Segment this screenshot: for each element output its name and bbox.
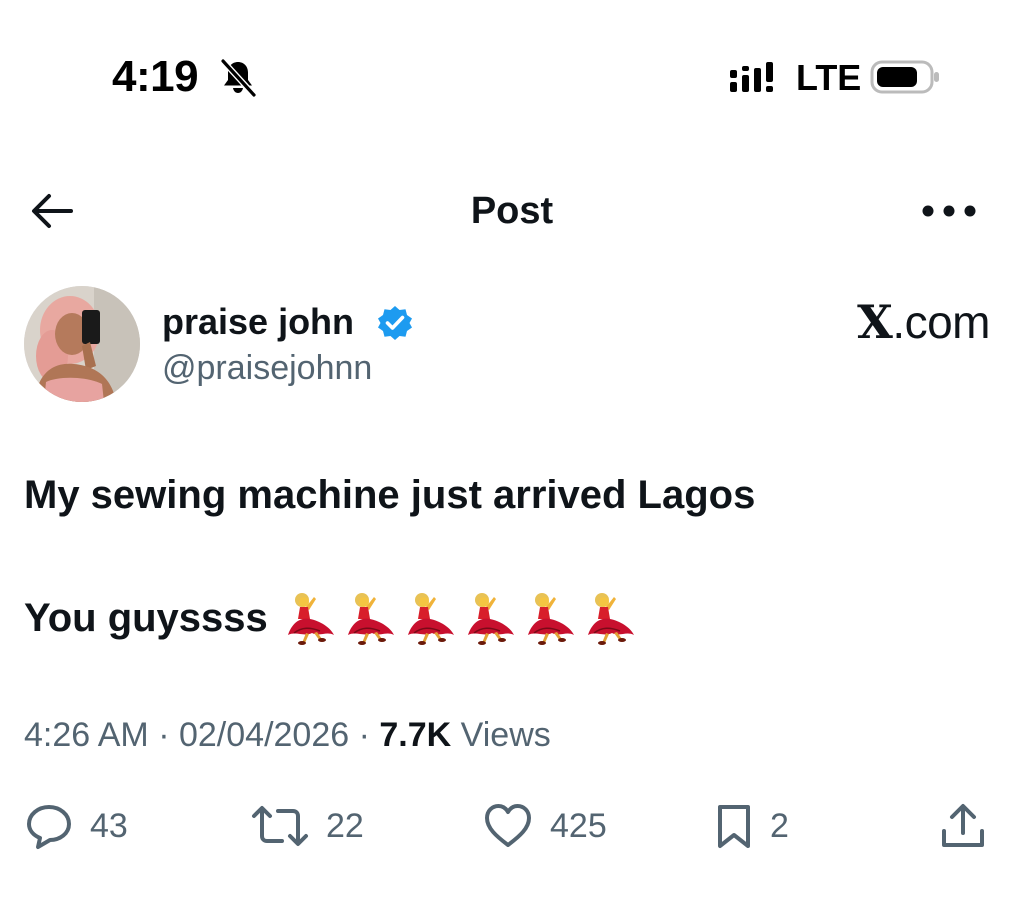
repost-count: 22 [326,807,364,845]
like-count: 425 [550,807,607,845]
dancer-emoji-icon [407,593,454,645]
author-name[interactable]: praise john [162,300,354,344]
more-options-button[interactable] [915,190,983,232]
heart-icon [485,804,531,847]
meta-separator: · [358,716,370,754]
dancer-emoji-icon [587,593,634,645]
bookmark-button[interactable]: 2 [714,798,789,854]
avatar[interactable] [24,286,140,402]
like-button[interactable]: 425 [482,798,607,854]
views-count[interactable]: 7.7K [379,716,451,754]
dancer-emoji-icon [527,593,574,645]
back-button[interactable] [22,186,82,236]
repost-icon [252,806,308,846]
dancer-emoji-icon [467,593,514,645]
watermark-letter: X [857,295,893,349]
x-watermark: X.com [800,294,990,350]
watermark-suffix: .com [892,296,990,348]
reply-button[interactable]: 43 [24,798,128,854]
reply-icon [27,805,71,849]
post-time: 4:26 AM [24,716,149,754]
dancer-emoji-group [280,591,636,645]
author-handle[interactable]: @praisejohnn [162,346,372,390]
more-horizontal-icon [922,205,976,217]
reply-count: 43 [90,807,128,845]
post-text-line-1: My sewing machine just arrived Lagos [24,473,756,517]
share-icon [942,804,984,847]
dancer-emoji-icon [287,593,334,645]
repost-button[interactable]: 22 [250,798,364,854]
bookmark-icon [718,805,750,848]
battery-icon [870,60,939,94]
bookmark-count: 2 [770,807,789,845]
dancer-emoji-icon [347,593,394,645]
signal-icon [730,62,773,92]
page-title: Post [470,190,554,232]
status-time: 4:19 [112,52,199,101]
meta-separator: · [158,716,170,754]
verified-badge-icon [378,306,412,340]
share-button[interactable] [938,798,988,854]
views-label[interactable]: Views [461,716,551,754]
post-text-line-2: You guyssss [24,596,268,640]
bell-off-icon [220,58,257,98]
network-label: LTE [796,57,862,98]
post-date: 02/04/2026 [178,716,350,754]
arrow-left-icon [32,194,73,228]
status-bar: 4:19 LTE [0,0,1024,150]
post-text-line-2-row: You guyssss [24,591,636,645]
post-meta: 4:26 AM · 02/04/2026 · 7.7K Views [24,712,551,758]
